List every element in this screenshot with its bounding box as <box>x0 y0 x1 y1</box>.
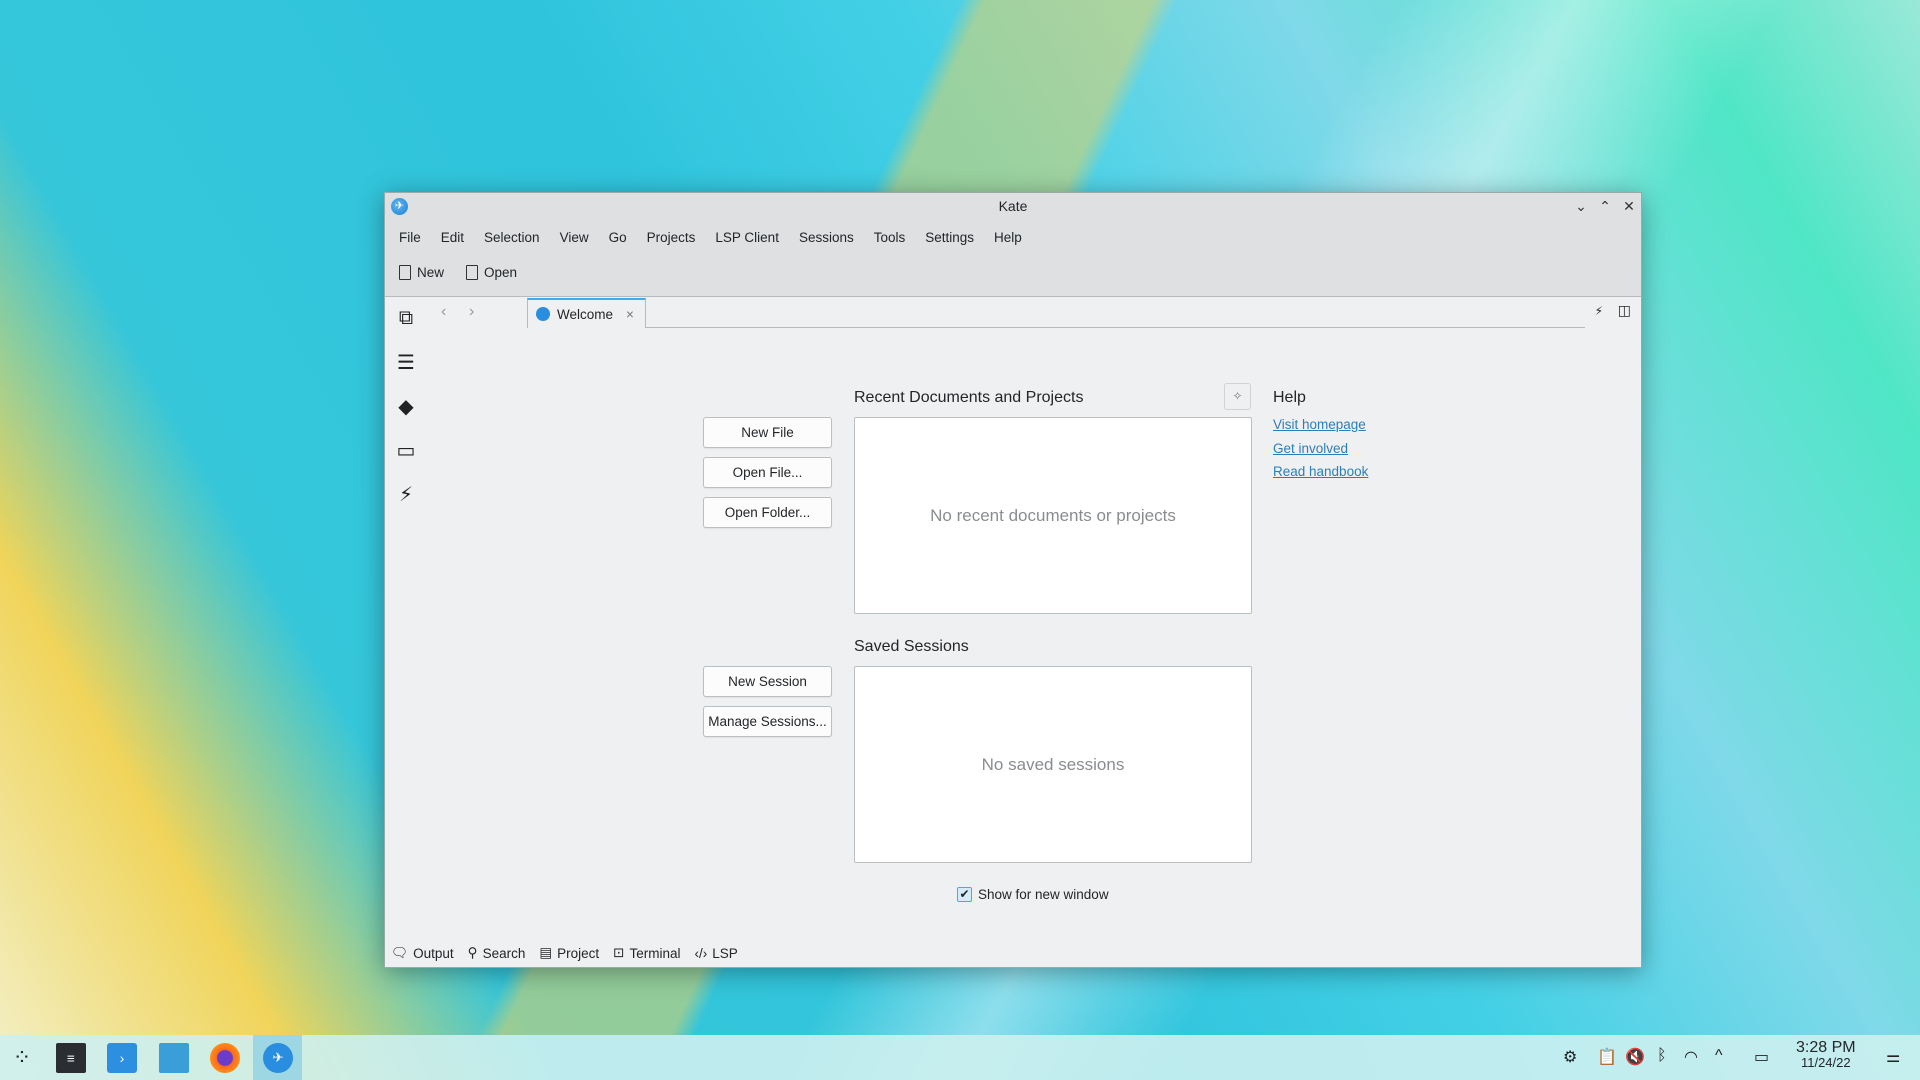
menu-tools[interactable]: Tools <box>864 228 916 247</box>
wifi-icon[interactable]: ◠ <box>1684 1047 1698 1067</box>
show-for-new-window-label: Show for new window <box>978 887 1109 902</box>
lsp-tab[interactable]: ‹/› LSP <box>694 945 737 961</box>
dolphin-folder-icon[interactable] <box>159 1043 189 1073</box>
read-handbook-link[interactable]: Read handbook <box>1273 464 1368 479</box>
window-title: Kate <box>998 198 1028 214</box>
project-label: Project <box>557 945 600 961</box>
menu-lsp-client[interactable]: LSP Client <box>705 228 789 247</box>
tab-bar: ‹ › Welcome × ⚡ ◫ <box>427 298 1641 328</box>
maximize-button[interactable]: ⌃ <box>1595 196 1615 216</box>
main-toolbar: New Open <box>395 263 521 282</box>
search-tab[interactable]: ⚲ Search <box>468 945 526 961</box>
bluetooth-icon[interactable]: ᛒ <box>1657 1047 1667 1065</box>
new-label: New <box>417 265 445 280</box>
help-heading: Help <box>1273 389 1306 406</box>
menu-settings[interactable]: Settings <box>915 228 984 247</box>
bottom-panel-bar: 🗨 Output ⚲ Search ▤ Project ⊡ Terminal ‹/› LS… <box>391 945 738 961</box>
panel-settings-icon[interactable]: ⚌ <box>1886 1047 1900 1067</box>
clock-time: 3:28 PM <box>1796 1039 1856 1056</box>
menu-go[interactable]: Go <box>599 228 637 247</box>
code-icon: ‹/› <box>694 945 708 961</box>
terminal-label: Terminal <box>629 945 681 961</box>
manage-sessions-button[interactable]: Manage Sessions... <box>703 706 832 737</box>
recent-list[interactable]: No recent documents or projects <box>854 417 1252 614</box>
search-icon: ⚲ <box>467 945 478 960</box>
new-session-button[interactable]: New Session <box>703 666 832 697</box>
volume-muted-icon[interactable]: 🔇 <box>1625 1047 1645 1067</box>
discover-icon[interactable]: › <box>107 1043 137 1073</box>
close-tab-icon[interactable]: × <box>626 307 634 322</box>
tab-divider <box>527 327 1585 328</box>
symbols-list-icon[interactable]: ☰ <box>394 350 418 374</box>
sessions-heading: Saved Sessions <box>854 638 969 655</box>
sessions-list[interactable]: No saved sessions <box>854 666 1252 863</box>
menu-edit[interactable]: Edit <box>431 228 474 247</box>
tab-label: Welcome <box>557 306 614 322</box>
show-hidden-icons-chevron-up-icon[interactable]: ^ <box>1715 1047 1723 1065</box>
show-desktop-icon[interactable]: ▭ <box>1754 1047 1769 1067</box>
clipboard-icon[interactable]: 📋 <box>1597 1047 1617 1067</box>
visit-homepage-link[interactable]: Visit homepage <box>1273 417 1366 432</box>
title-bar[interactable]: ✈ Kate ⌄ ⌃ ✕ <box>385 193 1641 220</box>
kate-tab-icon <box>536 307 550 321</box>
split-view-icon[interactable]: ◫ <box>1618 302 1631 319</box>
clear-recent-button[interactable]: ✧ <box>1224 383 1251 410</box>
git-icon[interactable]: ◆ <box>394 394 418 418</box>
kate-window: ✈ Kate ⌄ ⌃ ✕ File Edit Selection View Go… <box>384 192 1642 968</box>
kate-task-icon[interactable]: ✈ <box>263 1043 293 1073</box>
menu-view[interactable]: View <box>550 228 599 247</box>
previous-tab-button[interactable]: ‹ <box>441 303 446 321</box>
minimize-button[interactable]: ⌄ <box>1571 196 1591 216</box>
get-involved-link[interactable]: Get involved <box>1273 441 1348 456</box>
tab-welcome[interactable]: Welcome × <box>527 298 646 328</box>
menu-projects[interactable]: Projects <box>637 228 706 247</box>
network-manager-icon[interactable]: ⚙ <box>1563 1047 1577 1067</box>
search-label: Search <box>482 945 526 961</box>
open-file-button[interactable]: Open File... <box>703 457 832 488</box>
open-button[interactable]: Open <box>462 263 521 282</box>
new-button[interactable]: New <box>395 263 448 282</box>
output-icon: 🗨 <box>391 945 409 960</box>
folder-icon[interactable]: ▭ <box>394 438 418 462</box>
application-launcher-icon[interactable]: ⁘ <box>7 1043 37 1073</box>
close-button[interactable]: ✕ <box>1619 196 1639 216</box>
menu-help[interactable]: Help <box>984 228 1032 247</box>
quick-open-icon[interactable]: ⚡ <box>1595 304 1603 318</box>
firefox-icon[interactable] <box>210 1043 240 1073</box>
open-folder-button[interactable]: Open Folder... <box>703 497 832 528</box>
open-document-icon <box>466 265 479 280</box>
output-label: Output <box>413 945 454 961</box>
menu-sessions[interactable]: Sessions <box>789 228 864 247</box>
show-for-new-window[interactable]: ✔ Show for new window <box>957 887 1109 902</box>
projects-icon[interactable]: ⚡ <box>394 482 418 506</box>
clock-date: 11/24/22 <box>1800 1055 1851 1070</box>
menu-selection[interactable]: Selection <box>474 228 550 247</box>
output-tab[interactable]: 🗨 Output <box>391 945 454 961</box>
next-tab-button[interactable]: › <box>469 303 474 321</box>
terminal-tab[interactable]: ⊡ Terminal <box>613 945 680 961</box>
menu-and-toolbar: File Edit Selection View Go Projects LSP… <box>385 220 1641 297</box>
recent-heading: Recent Documents and Projects <box>854 389 1084 406</box>
open-label: Open <box>484 265 518 280</box>
new-file-button[interactable]: New File <box>703 417 832 448</box>
new-document-icon <box>399 265 411 280</box>
menu-file[interactable]: File <box>389 228 431 247</box>
project-icon: ▤ <box>539 945 553 960</box>
lsp-label: LSP <box>712 945 738 961</box>
terminal-icon: ⊡ <box>613 945 625 960</box>
checkbox-checked-icon[interactable]: ✔ <box>957 887 972 902</box>
system-settings-icon[interactable]: ≡ <box>56 1043 86 1073</box>
project-tab[interactable]: ▤ Project <box>539 945 599 961</box>
documents-icon[interactable]: ⧉ <box>394 306 418 330</box>
taskbar: ⁘ ≡ › ✈ ⚙ 📋 🔇 ᛒ ◠ ^ ▭ 3:28 PM 11/24/22 ⚌ <box>0 1035 1920 1080</box>
menu-bar: File Edit Selection View Go Projects LSP… <box>389 228 1032 247</box>
clock[interactable]: 3:28 PM 11/24/22 <box>1796 1039 1856 1071</box>
